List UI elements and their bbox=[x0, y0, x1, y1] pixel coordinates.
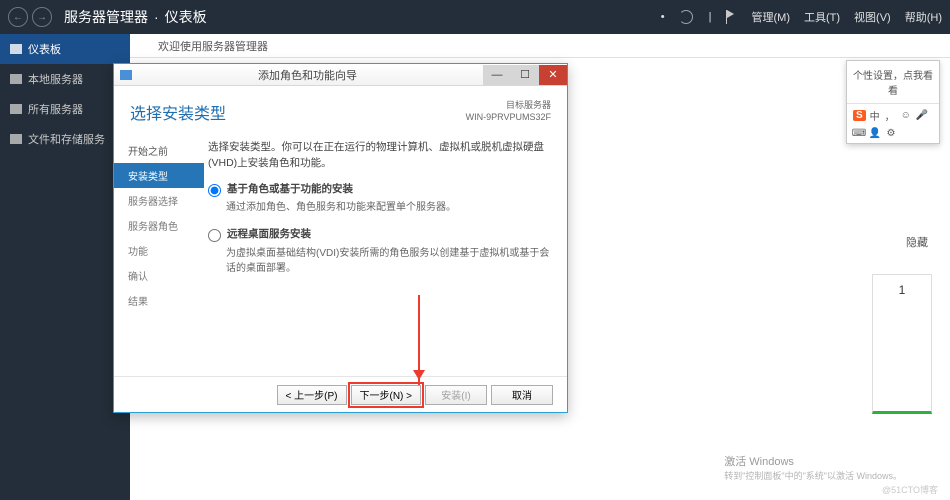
opt2-description: 为虚拟桌面基础结构(VDI)安装所需的角色服务以创建基于虚拟机或基于会话的桌面部… bbox=[226, 246, 551, 276]
forward-button: → bbox=[32, 7, 52, 27]
breadcrumb-page: 仪表板 bbox=[165, 7, 207, 27]
close-button[interactable]: ✕ bbox=[539, 65, 567, 85]
settings-icon[interactable]: ⚙ bbox=[885, 127, 897, 139]
welcome-header: 欢迎使用服务器管理器 bbox=[130, 34, 950, 58]
dialog-titlebar[interactable]: 添加角色和功能向导 — ☐ ✕ bbox=[114, 64, 567, 86]
menu-manage[interactable]: 管理(M) bbox=[752, 9, 791, 25]
step-result: 结果 bbox=[114, 288, 204, 313]
wizard-heading: 选择安装类型 bbox=[130, 100, 226, 124]
step-roles: 服务器角色 bbox=[114, 213, 204, 238]
ime-tip-panel[interactable]: 个性设置，点我看看 S 中 ， ☺ 🎤 ⌨ 👤 ⚙ bbox=[846, 60, 940, 144]
divider: | bbox=[709, 11, 712, 23]
dashboard-icon bbox=[10, 44, 22, 54]
server-icon bbox=[10, 74, 22, 84]
flag-icon[interactable] bbox=[726, 10, 738, 24]
ime-mode[interactable]: 中 bbox=[870, 108, 880, 123]
dialog-title: 添加角色和功能向导 bbox=[132, 67, 483, 83]
wizard-description: 选择安装类型。你可以在正在运行的物理计算机、虚拟机或脱机虚拟硬盘(VHD)上安装… bbox=[208, 140, 551, 172]
files-icon bbox=[10, 134, 22, 144]
install-type-rds[interactable]: 远程桌面服务安装 bbox=[208, 227, 551, 243]
wizard-content: 选择安装类型。你可以在正在运行的物理计算机、虚拟机或脱机虚拟硬盘(VHD)上安装… bbox=[204, 134, 567, 376]
activate-windows: 激活 Windows 转到"控制面板"中的"系统"以激活 Windows。 bbox=[724, 453, 902, 482]
breadcrumb: 服务器管理器 · 仪表板 bbox=[64, 7, 207, 27]
prev-button[interactable]: < 上一步(P) bbox=[277, 385, 347, 405]
tip-header[interactable]: 个性设置，点我看看 bbox=[847, 61, 939, 104]
sidebar: 仪表板 本地服务器 所有服务器 文件和存储服务 bbox=[0, 34, 130, 500]
opt1-description: 通过添加角色、角色服务和功能来配置单个服务器。 bbox=[226, 200, 551, 215]
activate-sub: 转到"控制面板"中的"系统"以激活 Windows。 bbox=[724, 469, 902, 482]
breadcrumb-sep: · bbox=[154, 9, 159, 25]
wizard-footer: < 上一步(P) 下一步(N) > 安装(I) 取消 bbox=[114, 376, 567, 412]
wizard-step-nav: 开始之前 安装类型 服务器选择 服务器角色 功能 确认 结果 bbox=[114, 134, 204, 376]
sidebar-item-dashboard[interactable]: 仪表板 bbox=[0, 34, 130, 64]
refresh-icon[interactable] bbox=[679, 10, 693, 24]
sidebar-item-files[interactable]: 文件和存储服务 bbox=[0, 124, 130, 154]
step-confirm: 确认 bbox=[114, 263, 204, 288]
install-type-role-based[interactable]: 基于角色或基于功能的安装 bbox=[208, 182, 551, 198]
breadcrumb-app: 服务器管理器 bbox=[64, 7, 148, 27]
menu-tools[interactable]: 工具(T) bbox=[804, 9, 840, 25]
install-button: 安装(I) bbox=[425, 385, 487, 405]
sidebar-item-local[interactable]: 本地服务器 bbox=[0, 64, 130, 94]
watermark: @51CTO博客 bbox=[882, 483, 938, 496]
mic-icon[interactable]: 🎤 bbox=[916, 110, 928, 122]
punctuation-icon[interactable]: ， bbox=[884, 110, 896, 122]
menu-view[interactable]: 视图(V) bbox=[854, 9, 891, 25]
tile-group: 1 bbox=[872, 274, 932, 414]
minimize-button[interactable]: — bbox=[483, 65, 511, 85]
person-icon[interactable]: 👤 bbox=[869, 127, 881, 139]
sidebar-item-all[interactable]: 所有服务器 bbox=[0, 94, 130, 124]
step-features: 功能 bbox=[114, 238, 204, 263]
menu-bar: • | 管理(M) 工具(T) 视图(V) 帮助(H) bbox=[661, 9, 942, 25]
radio-rds[interactable] bbox=[208, 229, 221, 242]
cancel-button[interactable]: 取消 bbox=[491, 385, 553, 405]
step-type[interactable]: 安装类型 bbox=[114, 163, 204, 188]
ime-toolbar[interactable]: S 中 ， ☺ 🎤 ⌨ 👤 ⚙ bbox=[847, 104, 939, 143]
menu-help[interactable]: 帮助(H) bbox=[905, 9, 942, 25]
server-tile[interactable]: 1 bbox=[872, 274, 932, 414]
servers-icon bbox=[10, 104, 22, 114]
maximize-button[interactable]: ☐ bbox=[511, 65, 539, 85]
keyboard-icon[interactable]: ⌨ bbox=[853, 127, 865, 139]
next-button[interactable]: 下一步(N) > bbox=[351, 385, 422, 405]
target-server-info: 目标服务器 WIN-9PRVPUMS32F bbox=[466, 100, 551, 123]
radio-role-based[interactable] bbox=[208, 184, 221, 197]
back-button[interactable]: ← bbox=[8, 7, 28, 27]
step-before[interactable]: 开始之前 bbox=[114, 138, 204, 163]
emoji-icon[interactable]: ☺ bbox=[900, 110, 912, 122]
add-roles-wizard-dialog: 添加角色和功能向导 — ☐ ✕ 选择安装类型 目标服务器 WIN-9PRVPUM… bbox=[113, 63, 568, 413]
bullet-icon: • bbox=[661, 11, 665, 23]
dialog-icon bbox=[120, 70, 132, 80]
sogou-icon[interactable]: S bbox=[853, 110, 866, 121]
title-bar: ← → 服务器管理器 · 仪表板 • | 管理(M) 工具(T) 视图(V) 帮… bbox=[0, 0, 950, 34]
step-server[interactable]: 服务器选择 bbox=[114, 188, 204, 213]
activate-title: 激活 Windows bbox=[724, 453, 902, 469]
hide-link[interactable]: 隐藏 bbox=[906, 234, 928, 250]
